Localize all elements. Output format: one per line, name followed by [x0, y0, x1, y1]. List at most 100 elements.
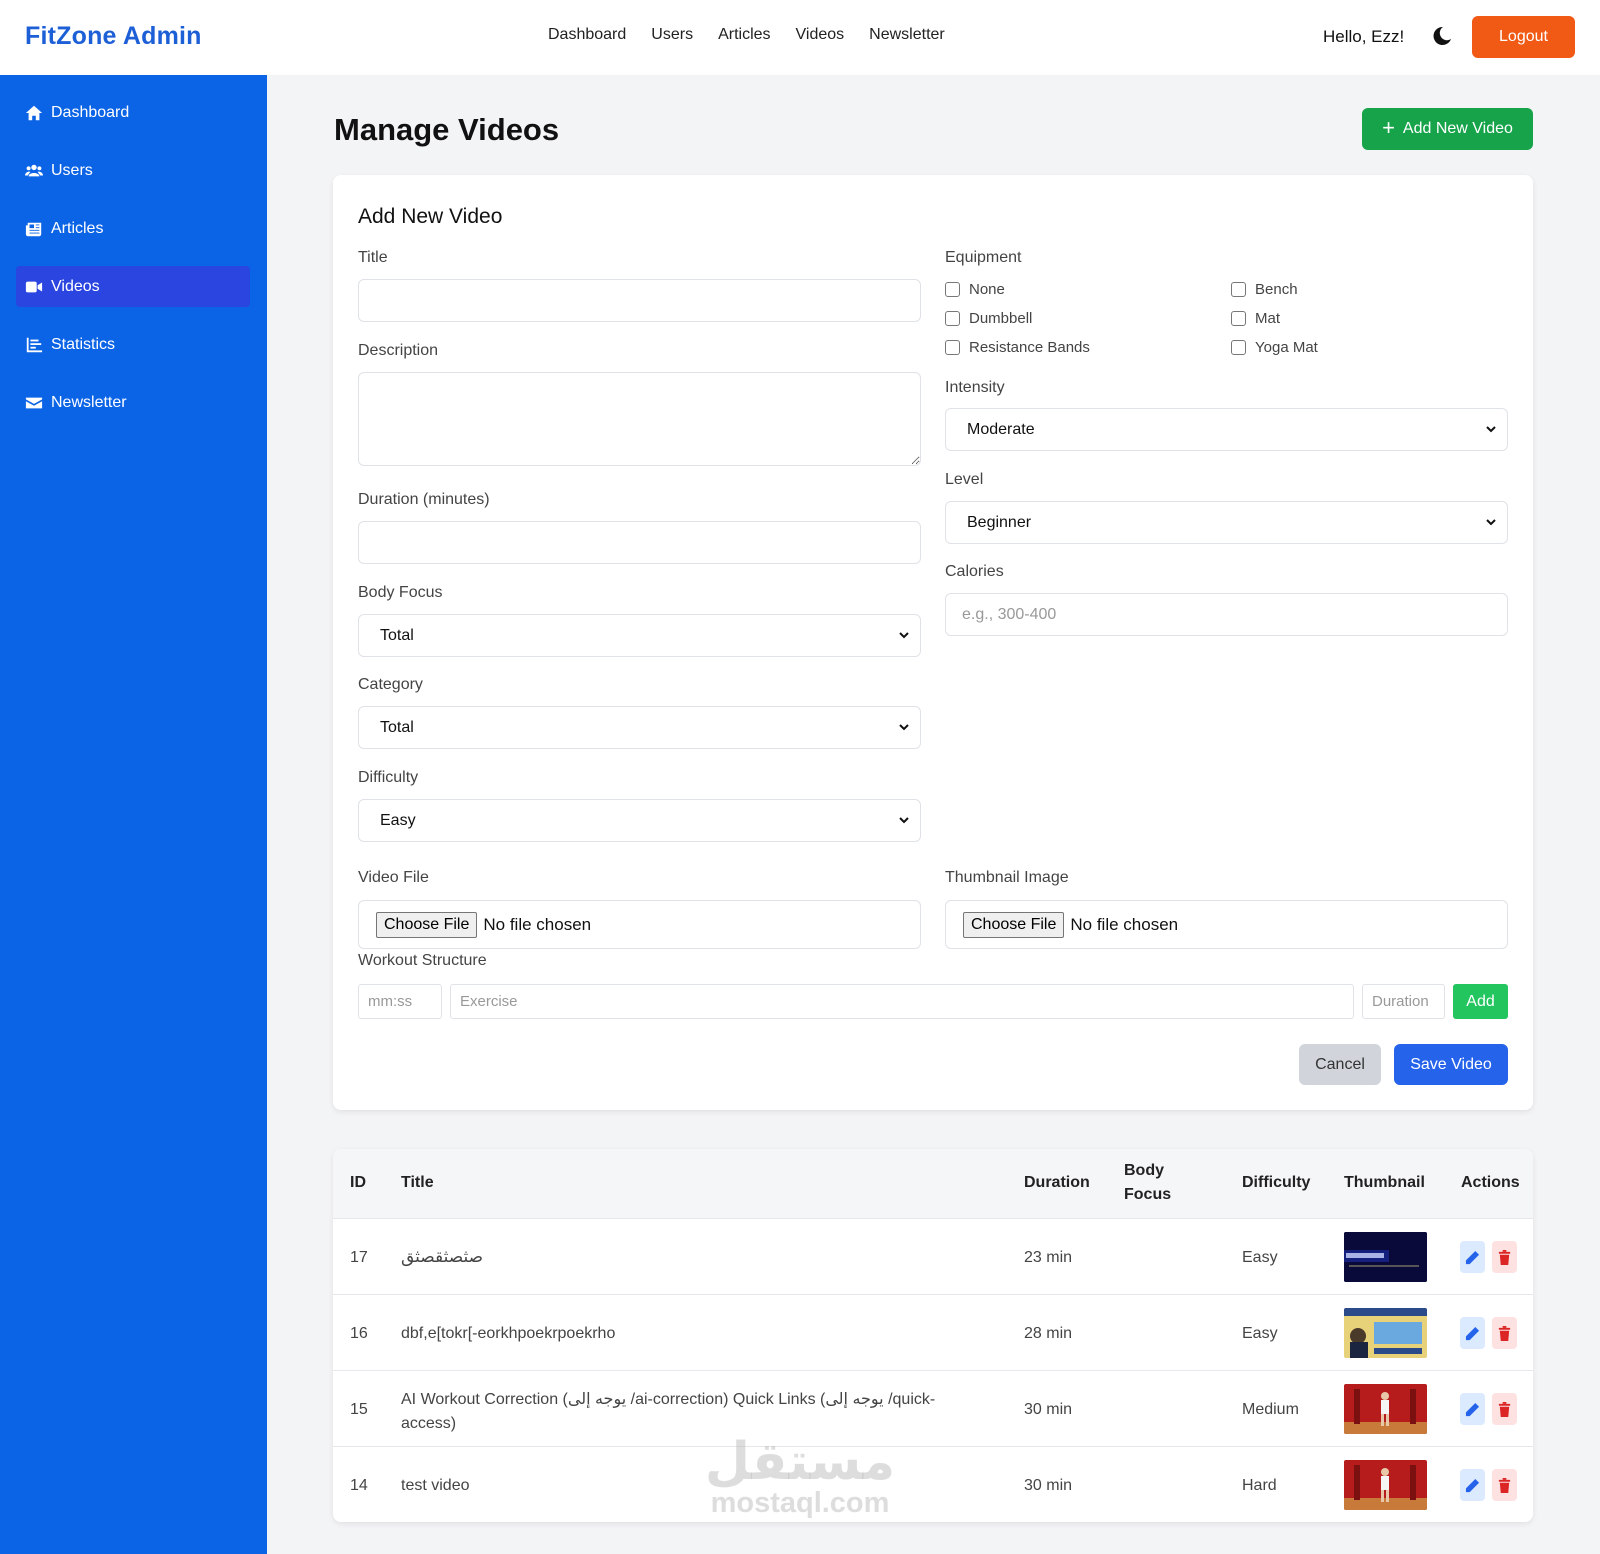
add-new-video-button[interactable]: + Add New Video [1362, 108, 1533, 150]
sidebar-item-label: Dashboard [51, 103, 130, 121]
pencil-icon [1465, 1250, 1480, 1264]
sidebar-item-label: Newsletter [51, 393, 127, 411]
topnav-dashboard[interactable]: Dashboard [548, 26, 626, 44]
equipment-checkbox-dumbbell[interactable]: Dumbbell [945, 310, 1032, 327]
cancel-button[interactable]: Cancel [1299, 1044, 1381, 1085]
edit-button[interactable] [1460, 1393, 1485, 1425]
cell-duration: 30 min [1024, 1401, 1073, 1418]
body-focus-label: Body Focus [358, 584, 443, 601]
checkbox[interactable] [1231, 282, 1246, 297]
cell-id: 16 [350, 1325, 368, 1342]
intensity-select[interactable]: Moderate [945, 408, 1508, 451]
chart-icon [26, 337, 43, 352]
difficulty-value: Easy [380, 811, 416, 829]
no-file-text: No file chosen [483, 914, 592, 934]
checkbox[interactable] [945, 311, 960, 326]
delete-button[interactable] [1492, 1317, 1517, 1349]
sidebar-item-newsletter[interactable]: Newsletter [16, 382, 250, 423]
equipment-checkbox-resistance-bands[interactable]: Resistance Bands [945, 339, 1090, 356]
cell-title: صثصثقصثق [401, 1247, 484, 1266]
form-title: Add New Video [358, 205, 503, 228]
topnav-newsletter[interactable]: Newsletter [869, 26, 945, 44]
cell-duration: 23 min [1024, 1249, 1073, 1266]
cell-id: 15 [350, 1401, 368, 1418]
edit-button[interactable] [1460, 1241, 1485, 1273]
trash-icon [1498, 1477, 1511, 1493]
video-icon [25, 281, 43, 292]
calories-input[interactable] [945, 593, 1508, 636]
cell-difficulty: Easy [1242, 1325, 1278, 1342]
edit-button[interactable] [1460, 1469, 1485, 1501]
description-label: Description [358, 342, 439, 359]
add-video-form: Add New Video Title Description Duration… [333, 175, 1533, 1110]
checkbox[interactable] [1231, 311, 1246, 326]
checkbox-label: Dumbbell [969, 310, 1033, 327]
workout-duration-input[interactable] [1362, 984, 1445, 1019]
table-row: 16 dbf,e[tokr[-eorkhpoekrpoekrho 28 min … [333, 1294, 1533, 1370]
checkbox[interactable] [945, 340, 960, 355]
page-title: Manage Videos [334, 112, 560, 147]
cell-id: 14 [350, 1477, 368, 1494]
equipment-checkbox-yoga-mat[interactable]: Yoga Mat [1231, 339, 1318, 356]
description-textarea[interactable] [358, 372, 921, 466]
title-input[interactable] [358, 279, 921, 322]
sidebar-item-statistics[interactable]: Statistics [16, 324, 250, 365]
intensity-label: Intensity [945, 379, 1005, 396]
top-nav: Dashboard Users Articles Videos Newslett… [548, 26, 945, 44]
table-row: 17 صثصثقصثق 23 min Easy [333, 1218, 1533, 1294]
delete-button[interactable] [1492, 1241, 1517, 1273]
sidebar-item-label: Users [51, 161, 93, 179]
table-row: 15 AI Workout Correction (يوجه إلى /ai-c… [333, 1370, 1533, 1446]
th-difficulty: Difficulty [1242, 1174, 1311, 1191]
thumbnail-label: Thumbnail Image [945, 869, 1069, 886]
pencil-icon [1465, 1326, 1480, 1340]
workout-exercise-input[interactable] [450, 984, 1354, 1019]
user-greeting: Hello, Ezz! [1323, 27, 1405, 46]
body-focus-select[interactable]: Total [358, 614, 921, 657]
topnav-users[interactable]: Users [651, 26, 693, 44]
video-thumbnail [1344, 1232, 1427, 1282]
cell-title: test video [401, 1477, 470, 1494]
checkbox[interactable] [945, 282, 960, 297]
equipment-checkbox-bench[interactable]: Bench [1231, 281, 1298, 298]
logout-button[interactable]: Logout [1472, 16, 1575, 58]
video-file-label: Video File [358, 869, 429, 886]
table-header: ID Title Duration Body Focus Difficulty … [333, 1149, 1533, 1218]
top-navbar: FitZone Admin Dashboard Users Articles V… [0, 0, 1600, 75]
sidebar-item-dashboard[interactable]: Dashboard [16, 92, 250, 133]
difficulty-select[interactable]: Easy [358, 799, 921, 842]
duration-input[interactable] [358, 521, 921, 564]
workout-add-button[interactable]: Add [1453, 984, 1508, 1019]
save-video-button[interactable]: Save Video [1394, 1044, 1508, 1085]
topnav-articles[interactable]: Articles [718, 26, 770, 44]
brand-logo[interactable]: FitZone Admin [25, 22, 202, 51]
delete-button[interactable] [1492, 1393, 1517, 1425]
cell-difficulty: Easy [1242, 1249, 1278, 1266]
chevron-down-icon [899, 724, 909, 731]
trash-icon [1498, 1401, 1511, 1417]
choose-file-button[interactable]: Choose File [963, 911, 1065, 938]
workout-structure-label: Workout Structure [358, 952, 487, 969]
choose-file-button[interactable]: Choose File [376, 911, 478, 938]
th-id: ID [350, 1174, 366, 1191]
moon-icon[interactable] [1432, 26, 1452, 46]
checkbox[interactable] [1231, 340, 1246, 355]
video-file-input[interactable]: Choose File No file chosen [358, 900, 921, 949]
equipment-checkbox-none[interactable]: None [945, 281, 1005, 298]
thumbnail-file-input[interactable]: Choose File No file chosen [945, 900, 1508, 949]
workout-time-input[interactable] [358, 984, 442, 1019]
level-select[interactable]: Beginner [945, 501, 1508, 544]
delete-button[interactable] [1492, 1469, 1517, 1501]
sidebar-item-articles[interactable]: Articles [16, 208, 250, 249]
home-icon [25, 105, 43, 120]
sidebar-item-users[interactable]: Users [16, 150, 250, 191]
topnav-videos[interactable]: Videos [796, 26, 845, 44]
th-body-focus-2: Focus [1124, 1186, 1172, 1203]
video-thumbnail [1344, 1308, 1427, 1358]
edit-button[interactable] [1460, 1317, 1485, 1349]
cell-id: 17 [350, 1249, 368, 1266]
category-select[interactable]: Total [358, 706, 921, 749]
sidebar-item-videos[interactable]: Videos [16, 266, 250, 307]
video-thumbnail [1344, 1460, 1427, 1510]
equipment-checkbox-mat[interactable]: Mat [1231, 310, 1280, 327]
